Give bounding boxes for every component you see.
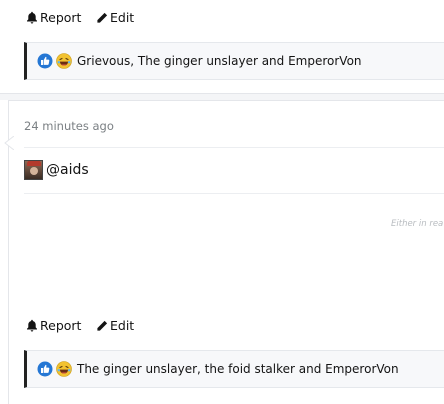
report-label: Report [40, 318, 82, 333]
avatar[interactable] [24, 160, 43, 180]
pencil-icon [97, 320, 108, 331]
report-button[interactable]: Report [26, 318, 81, 333]
laughing-face-icon [56, 53, 72, 69]
thumbs-up-icon [37, 361, 53, 377]
post-timestamp[interactable]: 24 minutes ago [24, 119, 114, 133]
reactions-names[interactable]: Grievous, The ginger unslayer and Empero… [77, 54, 362, 68]
reactions-bar[interactable]: Grievous, The ginger unslayer and Empero… [24, 42, 444, 80]
divider [24, 193, 444, 194]
avatar-hat [27, 161, 41, 166]
report-label: Report [40, 10, 82, 25]
reactions-names[interactable]: The ginger unslayer, the foid stalker an… [77, 362, 399, 376]
user-mention[interactable]: @aids [46, 162, 89, 178]
bell-icon [27, 319, 37, 332]
edit-button[interactable]: Edit [96, 10, 134, 25]
pencil-icon [97, 12, 108, 23]
laughing-face-icon [56, 361, 72, 377]
reactions-bar[interactable]: The ginger unslayer, the foid stalker an… [24, 350, 444, 388]
thumbs-up-icon [37, 53, 53, 69]
divider [24, 147, 444, 148]
signature-text: Either in rea [391, 219, 444, 229]
edit-label: Edit [110, 318, 135, 333]
edit-button[interactable]: Edit [96, 318, 134, 333]
message-arrow [4, 136, 14, 150]
post-separator [0, 93, 444, 100]
bell-icon [27, 11, 37, 24]
edit-label: Edit [110, 10, 135, 25]
avatar-face [30, 167, 38, 175]
report-button[interactable]: Report [26, 10, 81, 25]
